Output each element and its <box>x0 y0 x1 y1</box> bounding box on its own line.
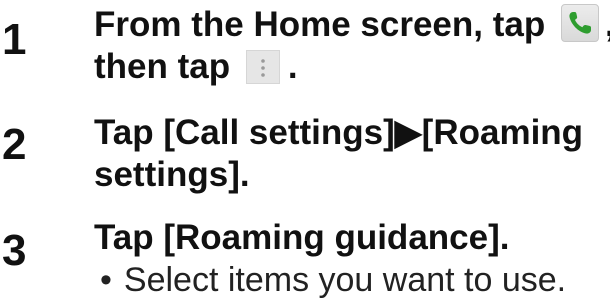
instruction-line: settings]. <box>94 155 250 194</box>
instruction-line: Tap [Call settings]▶[Roaming <box>94 113 584 152</box>
menu-dots-icon <box>261 59 265 77</box>
instruction-line: From the Home screen, tap , <box>94 4 610 46</box>
step-number: 2 <box>2 120 27 169</box>
instruction-text: then tap <box>94 47 240 86</box>
instruction-text: . <box>287 47 298 86</box>
menu-icon <box>245 50 280 84</box>
instruction-line: Tap [Roaming guidance]. <box>94 218 510 257</box>
phone-handset-icon <box>569 12 591 34</box>
instruction-text: , <box>605 5 610 44</box>
step-number: 3 <box>2 226 27 275</box>
step-instruction: Tap [Roaming guidance]. <box>94 217 509 259</box>
step-instruction: From the Home screen, tap , then tap . <box>94 4 610 88</box>
bullet-note: • Select items you want to use. <box>100 260 566 300</box>
step-instruction: Tap [Call settings]▶[Roaming settings]. <box>94 112 583 196</box>
bullet-icon: • <box>100 261 112 299</box>
step-number: 1 <box>2 15 27 64</box>
bullet-text: Select items you want to use. <box>123 261 567 299</box>
instruction-text: From the Home screen, tap <box>94 5 555 44</box>
instruction-line: then tap . <box>94 46 610 88</box>
phone-app-icon <box>560 4 599 42</box>
